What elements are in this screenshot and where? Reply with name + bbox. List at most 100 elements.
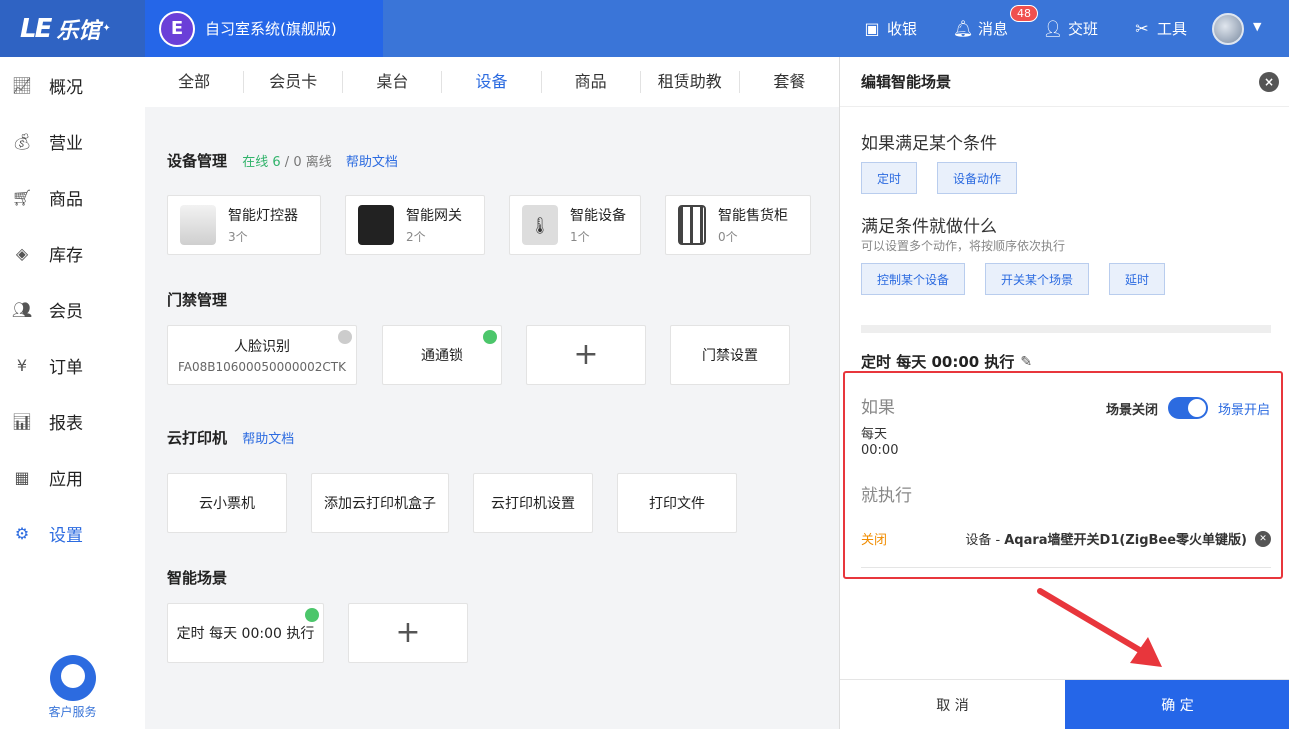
control-device-button[interactable]: 控制某个设备 — [861, 263, 965, 295]
device-card-light[interactable]: 智能灯控器 3个 — [167, 195, 321, 255]
tab-all[interactable]: 全部 — [145, 71, 245, 93]
frequency-text: 每天 — [861, 427, 888, 442]
sidebar-item-settings[interactable]: ⚙︎ 设置 — [0, 505, 145, 561]
face-recognition-card[interactable]: 人脸识别 FA08B10600050000002CTK — [167, 325, 357, 385]
confirm-button[interactable]: 确 定 — [1065, 680, 1289, 729]
device-count: 2个 — [406, 230, 426, 244]
scenes-title: 智能场景 — [167, 569, 228, 587]
tab-tables[interactable]: 桌台 — [343, 71, 443, 93]
cancel-button[interactable]: 取 消 — [840, 680, 1065, 729]
device-count: 1个 — [570, 230, 590, 244]
sidebar-item-label: 会员 — [49, 301, 83, 322]
handover-user-icon: 👤︎ — [1042, 19, 1064, 38]
caret-down-icon[interactable]: ▼ — [1253, 20, 1261, 33]
brand-logo[interactable]: LE 乐馆 ✦ — [0, 0, 145, 57]
printer-item-label: 打印文件 — [649, 496, 705, 512]
offline-count: 0 离线 — [293, 155, 332, 170]
exec-label: 就执行 — [861, 486, 912, 506]
scene-card[interactable]: 定时 每天 00:00 执行 — [167, 603, 324, 663]
condition-heading: 如果满足某个条件 — [861, 134, 997, 154]
sidebar-item-overview[interactable]: 📈︎ 概况 — [0, 57, 145, 113]
device-card-vending[interactable]: 智能售货柜 0个 — [665, 195, 811, 255]
device-card-smart[interactable]: 🌡︎ 智能设备 1个 — [509, 195, 641, 255]
main-content: 设备管理 在线 6 / 0 离线 帮助文档 智能灯控器 3个 智能网关 2个 🌡︎ … — [145, 107, 839, 729]
app-switcher[interactable]: E 自习室系统(旗舰版) — [145, 0, 383, 57]
user-avatar[interactable] — [1212, 13, 1244, 45]
action-state: 关闭 — [861, 533, 888, 548]
tools-button[interactable]: ✂︎ 工具 — [1132, 0, 1187, 57]
customer-service[interactable]: 客户服务 — [0, 655, 145, 720]
tab-devices[interactable]: 设备 — [442, 71, 542, 93]
add-printer-box-button[interactable]: 添加云打印机盒子 — [311, 473, 449, 533]
cloud-receipt-printer-button[interactable]: 云小票机 — [167, 473, 287, 533]
messages-label: 消息 — [978, 20, 1009, 38]
printer-settings-button[interactable]: 云打印机设置 — [473, 473, 593, 533]
add-access-button[interactable]: + — [526, 325, 646, 385]
sidebar-item-inventory[interactable]: ◈ 库存 — [0, 225, 145, 281]
order-icon: ¥ — [16, 355, 28, 375]
remove-action-icon[interactable]: ✕ — [1255, 530, 1271, 547]
face-serial: FA08B10600050000002CTK — [178, 360, 346, 374]
add-scene-button[interactable]: + — [348, 603, 468, 663]
panel-footer: 取 消 确 定 — [840, 679, 1289, 729]
toggle-scene-button[interactable]: 开关某个场景 — [985, 263, 1089, 295]
sidebar-item-label: 应用 — [49, 469, 83, 490]
scene-switch[interactable] — [1167, 397, 1208, 419]
tab-package[interactable]: 套餐 — [740, 71, 839, 93]
handover-button[interactable]: 👤︎ 交班 — [1043, 0, 1098, 57]
printer-title: 云打印机 帮助文档 — [167, 427, 294, 448]
sidebar-item-goods[interactable]: 🛒︎ 商品 — [0, 169, 145, 225]
lock-name: 通通锁 — [421, 348, 463, 364]
access-settings-button[interactable]: 门禁设置 — [670, 325, 790, 385]
sidebar-item-business[interactable]: 💰︎ 营业 — [0, 113, 145, 169]
device-count: 3个 — [228, 230, 248, 244]
close-icon[interactable]: × — [1259, 72, 1279, 92]
printer-item-label: 云小票机 — [199, 496, 255, 512]
app-title: 自习室系统(旗舰版) — [205, 20, 337, 38]
tools-label: 工具 — [1157, 20, 1188, 38]
cashier-button[interactable]: ▣ 收银 — [862, 0, 917, 57]
messages-button[interactable]: 🔔︎ 消息 48 — [952, 0, 1038, 57]
plus-icon: + — [573, 337, 599, 372]
bell-icon: 🔔︎ — [952, 19, 974, 38]
light-controller-icon — [180, 205, 216, 245]
action-row: 关闭 设备 - Aqara墙壁开关D1(ZigBee零火单键版) ✕ — [861, 529, 1271, 548]
cashier-label: 收银 — [887, 20, 918, 38]
action-prefix: 设备 - — [965, 533, 1001, 548]
sidebar-item-label: 订单 — [49, 357, 83, 378]
face-name: 人脸识别 — [234, 339, 290, 355]
panel-header: 编辑智能场景 × — [840, 57, 1289, 107]
printer-item-label: 添加云打印机盒子 — [324, 496, 436, 512]
row-divider — [861, 567, 1271, 568]
printer-help-link[interactable]: 帮助文档 — [242, 432, 294, 447]
help-doc-link[interactable]: 帮助文档 — [346, 155, 398, 170]
device-card-gateway[interactable]: 智能网关 2个 — [345, 195, 485, 255]
smart-lock-card[interactable]: 通通锁 — [382, 325, 502, 385]
edit-icon[interactable]: ✎ — [1020, 354, 1032, 370]
delay-button[interactable]: 延时 — [1109, 263, 1165, 295]
tab-rental[interactable]: 租赁助教 — [641, 71, 740, 93]
grid-icon: ▦ — [14, 467, 30, 487]
timer-condition-button[interactable]: 定时 — [861, 162, 917, 194]
scene-toggle: 场景关闭 场景开启 — [1106, 397, 1270, 419]
cashier-icon: ▣ — [864, 19, 880, 38]
section-divider — [861, 325, 1271, 333]
tab-goods[interactable]: 商品 — [542, 71, 641, 93]
sidebar-item-reports[interactable]: 📊︎ 报表 — [0, 393, 145, 449]
logo-star: ✦ — [102, 23, 111, 34]
sidebar-item-members[interactable]: 👥︎ 会员 — [0, 281, 145, 337]
messages-badge: 48 — [1010, 5, 1038, 22]
settings-tabs: 全部 会员卡 桌台 设备 商品 租赁助教 套餐 — [145, 57, 839, 107]
device-action-condition-button[interactable]: 设备动作 — [937, 162, 1017, 194]
top-bar: LE 乐馆 ✦ E 自习室系统(旗舰版) ▣ 收银 🔔︎ 消息 48 👤︎ 交班… — [0, 0, 1289, 57]
sidebar-item-apps[interactable]: ▦ 应用 — [0, 449, 145, 505]
chart-icon: 📈︎ — [11, 75, 33, 95]
sidebar: 📈︎ 概况 💰︎ 营业 🛒︎ 商品 ◈ 库存 👥︎ 会员 ¥ 订单 📊︎ 报表 … — [0, 57, 145, 729]
logo-mark: LE — [20, 13, 52, 44]
sidebar-item-label: 设置 — [49, 525, 83, 546]
tab-member-card[interactable]: 会员卡 — [244, 71, 344, 93]
gear-icon: ⚙︎ — [14, 523, 30, 543]
sidebar-item-label: 库存 — [49, 245, 83, 266]
sidebar-item-orders[interactable]: ¥ 订单 — [0, 337, 145, 393]
print-file-button[interactable]: 打印文件 — [617, 473, 737, 533]
